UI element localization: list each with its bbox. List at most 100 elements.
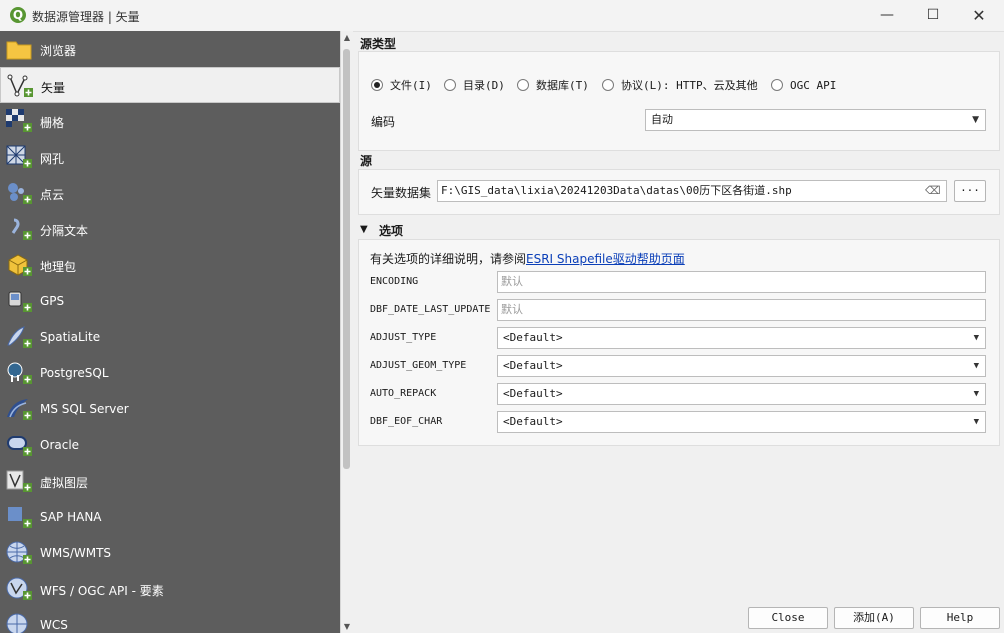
option-label-adjust-geom-type: ADJUST_GEOM_TYPE (370, 360, 467, 371)
option-dbf-date-placeholder: 默认 (501, 303, 523, 316)
encoding-combo[interactable]: 自动 ▼ (645, 109, 986, 131)
encoding-value: 自动 (651, 113, 673, 126)
chevron-down-icon: ▼ (973, 417, 979, 427)
collapse-triangle-icon[interactable]: ▼ (360, 224, 368, 235)
radio-database[interactable]: 数据库(T) (517, 77, 589, 93)
chevron-down-icon: ▼ (973, 333, 979, 343)
option-adjust-geom-type-combo[interactable]: <Default> ▼ (497, 355, 986, 377)
point-cloud-icon (8, 183, 32, 204)
vector-icon (7, 74, 33, 97)
chevron-down-icon: ▼ (973, 361, 979, 371)
vector-dataset-value: F:\GIS_data\lixia\20241203Data\datas\00历… (441, 184, 792, 197)
vector-dataset-input[interactable]: F:\GIS_data\lixia\20241203Data\datas\00历… (437, 180, 947, 202)
radio-directory[interactable]: 目录(D) (444, 77, 505, 93)
add-button[interactable]: 添加(A) (834, 607, 914, 629)
main-panel: 源类型 文件(I) 目录(D) 数据库(T) 协议(L): HTTP、云及其他 … (353, 31, 1004, 633)
sidebar-item-mssql[interactable]: MS SQL Server (0, 391, 340, 427)
option-encoding-input[interactable]: 默认 (497, 271, 986, 293)
radio-protocol[interactable]: 协议(L): HTTP、云及其他 (602, 77, 758, 93)
vector-dataset-label: 矢量数据集 (371, 186, 432, 200)
radio-protocol-circle[interactable] (602, 79, 614, 91)
sidebar-item-label: SpatiaLite (40, 330, 101, 344)
radio-file-circle[interactable] (371, 79, 383, 91)
wcs-icon (6, 613, 28, 633)
qgis-logo-icon: Q (10, 7, 26, 23)
scroll-down-arrow-icon[interactable]: ▼ (341, 622, 353, 631)
mssql-icon (7, 399, 32, 420)
window-title: 数据源管理器 | 矢量 (32, 10, 140, 24)
sidebar-item-delimited-text[interactable]: 分隔文本 (0, 211, 340, 247)
option-label-auto-repack: AUTO_REPACK (370, 388, 437, 399)
option-adjust-geom-type-value: <Default> (503, 359, 563, 372)
sidebar-item-spatialite[interactable]: SpatiaLite (0, 319, 340, 355)
title-bar: Q 数据源管理器 | 矢量 — ☐ ✕ (0, 0, 1004, 32)
options-title[interactable]: 选项 (379, 222, 403, 239)
scroll-up-arrow-icon[interactable]: ▲ (341, 33, 353, 42)
sidebar-item-raster[interactable]: 栅格 (0, 103, 340, 139)
postgresql-icon (7, 362, 32, 384)
sap-hana-icon (8, 507, 32, 528)
sidebar-item-vector[interactable]: 矢量 (0, 67, 340, 103)
browse-button[interactable]: ··· (954, 180, 986, 202)
radio-directory-label: 目录(D) (463, 79, 505, 92)
sidebar-item-label: SAP HANA (40, 510, 102, 524)
help-button[interactable]: Help (920, 607, 1000, 629)
oracle-icon (7, 436, 32, 456)
option-dbf-eof-char-combo[interactable]: <Default> ▼ (497, 411, 986, 433)
radio-database-circle[interactable] (517, 79, 529, 91)
radio-file[interactable]: 文件(I) (371, 77, 432, 93)
clear-icon[interactable]: ⌫ (925, 184, 941, 197)
sidebar-item-sap-hana[interactable]: SAP HANA (0, 499, 340, 535)
radio-database-label: 数据库(T) (536, 79, 589, 92)
option-label-encoding: ENCODING (370, 276, 419, 287)
radio-directory-circle[interactable] (444, 79, 456, 91)
sidebar-item-label: 虚拟图层 (40, 476, 89, 490)
sidebar-scrollbar[interactable]: ▲ ▼ (340, 31, 353, 633)
delimited-text-icon (11, 218, 32, 240)
wfs-icon (6, 577, 32, 600)
sidebar-item-label: PostgreSQL (40, 366, 109, 380)
sidebar-item-label: 点云 (40, 188, 65, 202)
close-window-button[interactable]: ✕ (956, 0, 1002, 31)
option-auto-repack-combo[interactable]: <Default> ▼ (497, 383, 986, 405)
chevron-down-icon: ▼ (973, 389, 979, 399)
sidebar-item-geopackage[interactable]: 地理包 (0, 247, 340, 283)
sidebar-item-oracle[interactable]: Oracle (0, 427, 340, 463)
spatialite-icon (7, 326, 32, 348)
radio-ogc-api-circle[interactable] (771, 79, 783, 91)
sidebar-item-gps[interactable]: GPS (0, 283, 340, 319)
sidebar-item-virtual-layer[interactable]: 虚拟图层 (0, 463, 340, 499)
radio-file-label: 文件(I) (390, 79, 432, 92)
sidebar-item-wfs[interactable]: WFS / OGC API - 要素 (0, 571, 340, 607)
sidebar-item-mesh[interactable]: 网孔 (0, 139, 340, 175)
chevron-down-icon: ▼ (972, 115, 979, 125)
sidebar-item-label: WCS (40, 618, 68, 632)
scroll-thumb[interactable] (343, 49, 350, 469)
option-encoding-placeholder: 默认 (501, 275, 523, 288)
option-dbf-date-input[interactable]: 默认 (497, 299, 986, 321)
option-label-adjust-type: ADJUST_TYPE (370, 332, 437, 343)
close-button[interactable]: Close (748, 607, 828, 629)
sidebar-item-browser[interactable]: 浏览器 (0, 31, 340, 67)
options-help-text: 有关选项的详细说明，请参阅ESRI Shapefile驱动帮助页面 (370, 250, 685, 267)
sidebar-item-postgresql[interactable]: PostgreSQL (0, 355, 340, 391)
source-type-title: 源类型 (360, 37, 397, 51)
radio-ogc-api[interactable]: OGC API (771, 77, 836, 93)
sidebar-item-label: WMS/WMTS (40, 546, 112, 560)
raster-icon (6, 109, 32, 132)
sidebar-item-label: 矢量 (41, 81, 66, 95)
virtual-layer-icon (6, 470, 32, 492)
sidebar-item-label: Oracle (40, 438, 80, 452)
sidebar-item-wcs[interactable]: WCS (0, 607, 340, 633)
sidebar: 浏览器 矢量 栅格 网孔 点云 分隔文本 地理包 GPS SpatiaLite … (0, 31, 340, 633)
shapefile-help-link[interactable]: ESRI Shapefile驱动帮助页面 (526, 252, 685, 266)
sidebar-item-wms[interactable]: WMS/WMTS (0, 535, 340, 571)
sidebar-item-label: GPS (40, 294, 65, 308)
encoding-label: 编码 (371, 115, 396, 129)
sidebar-item-point-cloud[interactable]: 点云 (0, 175, 340, 211)
maximize-button[interactable]: ☐ (910, 0, 956, 31)
minimize-button[interactable]: — (864, 0, 910, 31)
option-adjust-type-combo[interactable]: <Default> ▼ (497, 327, 986, 349)
wms-icon (6, 541, 32, 564)
option-auto-repack-value: <Default> (503, 387, 563, 400)
